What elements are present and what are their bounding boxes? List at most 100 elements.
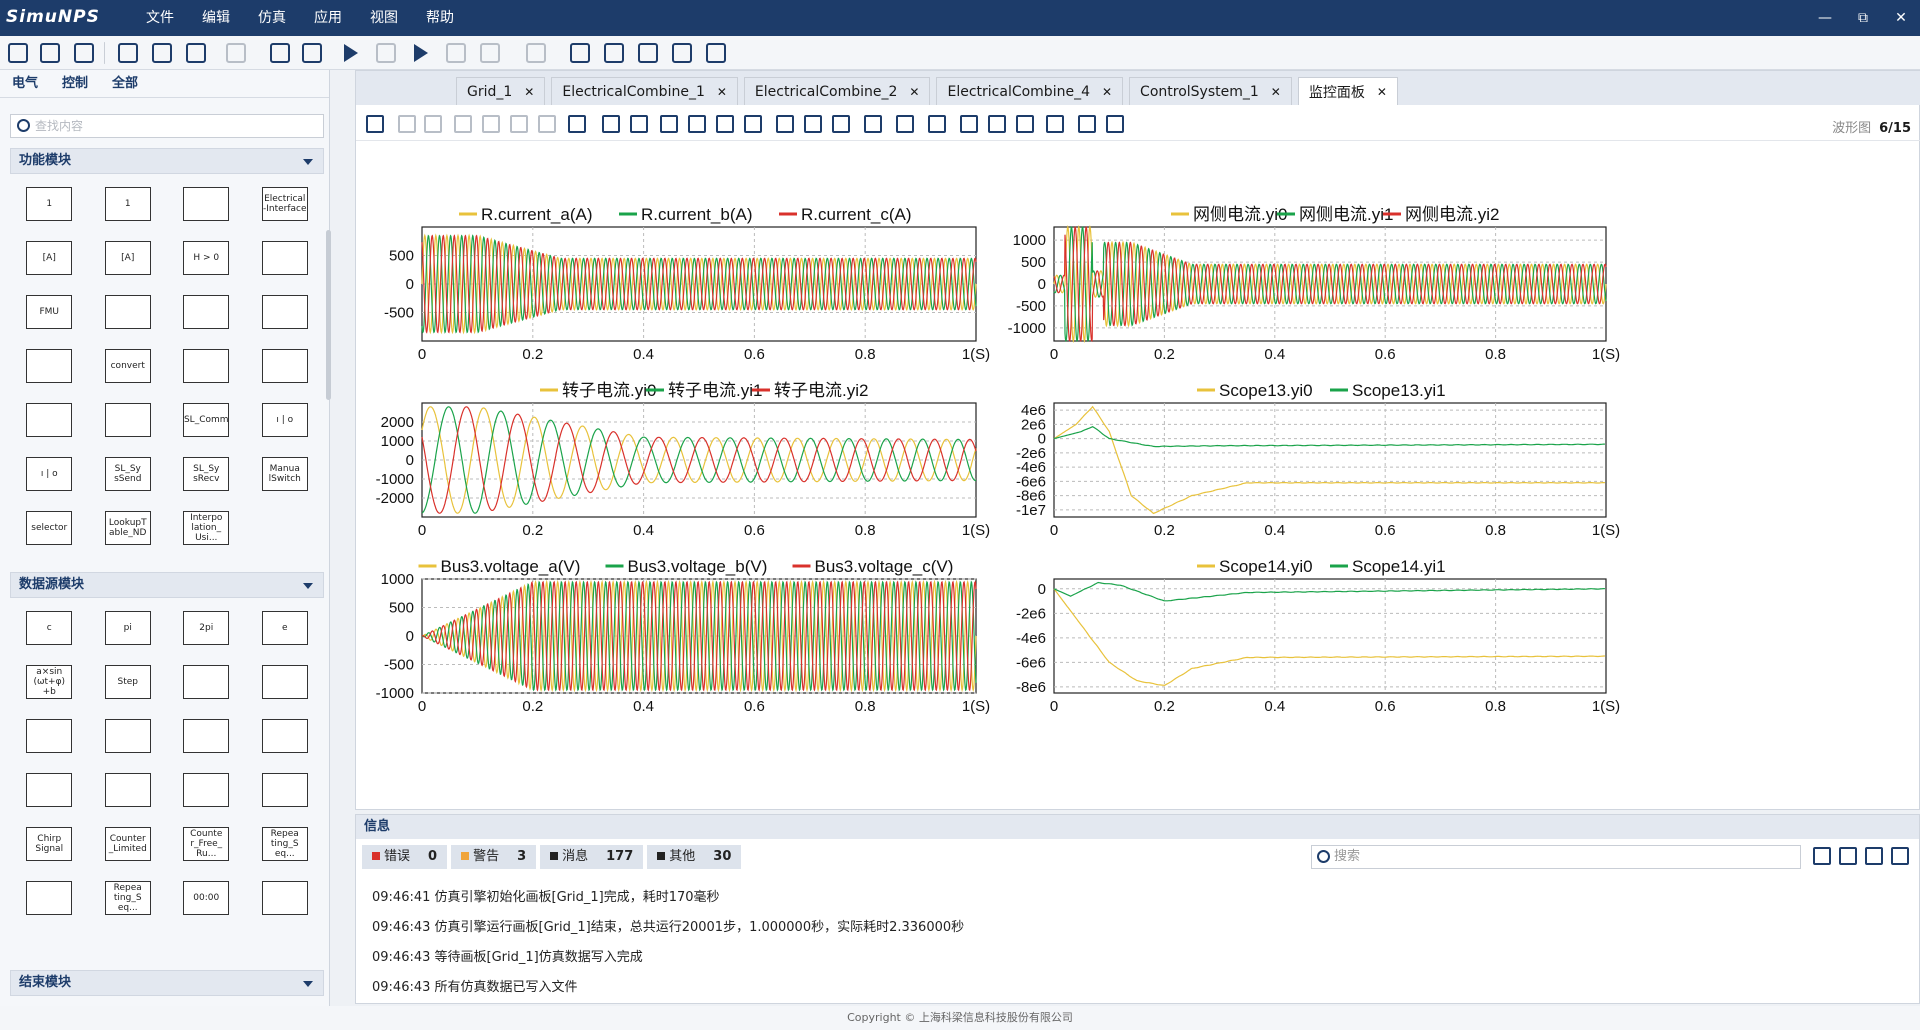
tab-grid-1[interactable]: Grid_1 ✕ [456, 77, 546, 105]
restore-button[interactable]: ⧉ [1844, 0, 1882, 36]
copy-icon[interactable] [454, 115, 472, 133]
library-block[interactable] [89, 288, 168, 336]
export-icon[interactable] [366, 115, 384, 133]
waveform-charts[interactable]: R.current_a(A) R.current_b(A) R.current_c(… [356, 141, 1919, 809]
marker-icon[interactable] [928, 115, 946, 133]
library-block[interactable] [89, 766, 168, 814]
y-axis-icon[interactable] [1016, 115, 1034, 133]
library-block[interactable]: a×sin (ωt+φ) +b [10, 658, 89, 706]
run-icon[interactable] [344, 44, 358, 62]
filter-other[interactable]: 其他 30 [647, 845, 742, 869]
refresh-icon[interactable] [864, 115, 882, 133]
library-block[interactable]: 1 [10, 180, 89, 228]
library-block[interactable]: [A] [10, 234, 89, 282]
close-tab-icon[interactable]: ✕ [1377, 85, 1387, 99]
open-folder-icon[interactable] [1865, 847, 1883, 865]
section-sink-modules[interactable]: 结束模块 [10, 970, 324, 996]
print-icon[interactable] [1891, 847, 1909, 865]
library-block[interactable] [246, 234, 325, 282]
menu-simulate[interactable]: 仿真 [244, 0, 300, 36]
zoom-box-icon[interactable] [660, 115, 678, 133]
close-tab-icon[interactable]: ✕ [1102, 85, 1112, 99]
library-block[interactable]: SL_Sy sSend [89, 450, 168, 498]
library-block[interactable]: e [246, 604, 325, 652]
tab-monitor-panel[interactable]: 监控面板 ✕ [1297, 77, 1398, 105]
library-block[interactable]: Step [89, 658, 168, 706]
library-block[interactable] [246, 288, 325, 336]
library-block[interactable] [10, 396, 89, 444]
tab-electrical-combine-2[interactable]: ElectricalCombine_2 ✕ [743, 77, 931, 105]
library-block[interactable] [10, 712, 89, 760]
target-icon[interactable] [1046, 115, 1064, 133]
library-block[interactable]: convert [89, 342, 168, 390]
library-block[interactable] [89, 712, 168, 760]
library-block[interactable] [246, 712, 325, 760]
align-icon[interactable] [226, 43, 246, 63]
library-block[interactable] [10, 874, 89, 922]
library-block[interactable]: H > 0 [167, 234, 246, 282]
chart-icon[interactable] [570, 43, 590, 63]
library-block[interactable] [246, 766, 325, 814]
library-block[interactable]: 2pi [167, 604, 246, 652]
step-run-icon[interactable] [414, 44, 428, 62]
filter-warnings[interactable]: 警告 3 [451, 845, 537, 869]
library-block[interactable] [167, 288, 246, 336]
cursor-icon[interactable] [896, 115, 914, 133]
library-block[interactable]: Electrical -Interface [246, 180, 325, 228]
measure-icon[interactable] [1106, 115, 1124, 133]
distribute-icon[interactable] [630, 115, 648, 133]
tab-all[interactable]: 全部 [100, 70, 150, 97]
pause-icon[interactable] [446, 43, 466, 63]
menu-apply[interactable]: 应用 [300, 0, 356, 36]
library-block[interactable]: Counte r_Free_ Ru... [167, 820, 246, 868]
headset-icon[interactable] [672, 43, 692, 63]
info-search-input[interactable]: 搜索 [1311, 845, 1801, 869]
library-block[interactable]: Manua lSwitch [246, 450, 325, 498]
pie-icon[interactable] [1078, 115, 1096, 133]
library-block[interactable] [167, 342, 246, 390]
menu-edit[interactable]: 编辑 [188, 0, 244, 36]
library-block[interactable]: selector [10, 504, 89, 552]
library-block[interactable]: [A] [89, 234, 168, 282]
new-board-icon[interactable] [152, 43, 172, 63]
library-block[interactable]: Repea ting_S eq... [246, 820, 325, 868]
redo-icon[interactable] [424, 115, 442, 133]
library-block[interactable] [167, 180, 246, 228]
menu-file[interactable]: 文件 [132, 0, 188, 36]
library-block[interactable]: SL_Comm [167, 396, 246, 444]
library-block[interactable]: Interpo lation_ Usi... [167, 504, 246, 552]
align-icon[interactable] [602, 115, 620, 133]
close-tab-icon[interactable]: ✕ [717, 85, 727, 99]
library-block[interactable]: c [10, 604, 89, 652]
library-block[interactable]: Repea ting_S eq... [89, 874, 168, 922]
library-icon[interactable] [8, 43, 28, 63]
section-source-modules[interactable]: 数据源模块 [10, 572, 324, 598]
library-block[interactable] [246, 342, 325, 390]
stop-icon[interactable] [480, 43, 500, 63]
zoom-out-icon[interactable] [804, 115, 822, 133]
filter-messages[interactable]: 消息 177 [540, 845, 644, 869]
library-search-input[interactable]: 查找内容 [10, 114, 324, 138]
paste-icon[interactable] [510, 115, 528, 133]
library-block[interactable] [167, 658, 246, 706]
menu-view[interactable]: 视图 [356, 0, 412, 36]
monitor-icon[interactable] [74, 43, 94, 63]
undo-icon[interactable] [398, 115, 416, 133]
layout-icon[interactable] [568, 115, 586, 133]
step-back-icon[interactable] [376, 43, 396, 63]
scope-icon[interactable] [638, 43, 658, 63]
tab-electrical[interactable]: 电气 [0, 70, 50, 97]
library-block[interactable] [10, 342, 89, 390]
close-button[interactable]: ✕ [1882, 0, 1920, 36]
library-block[interactable]: ı | o [10, 450, 89, 498]
library-block[interactable] [167, 712, 246, 760]
settings-icon[interactable] [270, 43, 290, 63]
library-block[interactable]: ı | o [246, 396, 325, 444]
menu-help[interactable]: 帮助 [412, 0, 468, 36]
zoom-area-icon[interactable] [688, 115, 706, 133]
filter-errors[interactable]: 错误 0 [362, 845, 448, 869]
tab-control[interactable]: 控制 [50, 70, 100, 97]
fit-h-icon[interactable] [716, 115, 734, 133]
x-axis-icon[interactable] [988, 115, 1006, 133]
close-tab-icon[interactable]: ✕ [909, 85, 919, 99]
